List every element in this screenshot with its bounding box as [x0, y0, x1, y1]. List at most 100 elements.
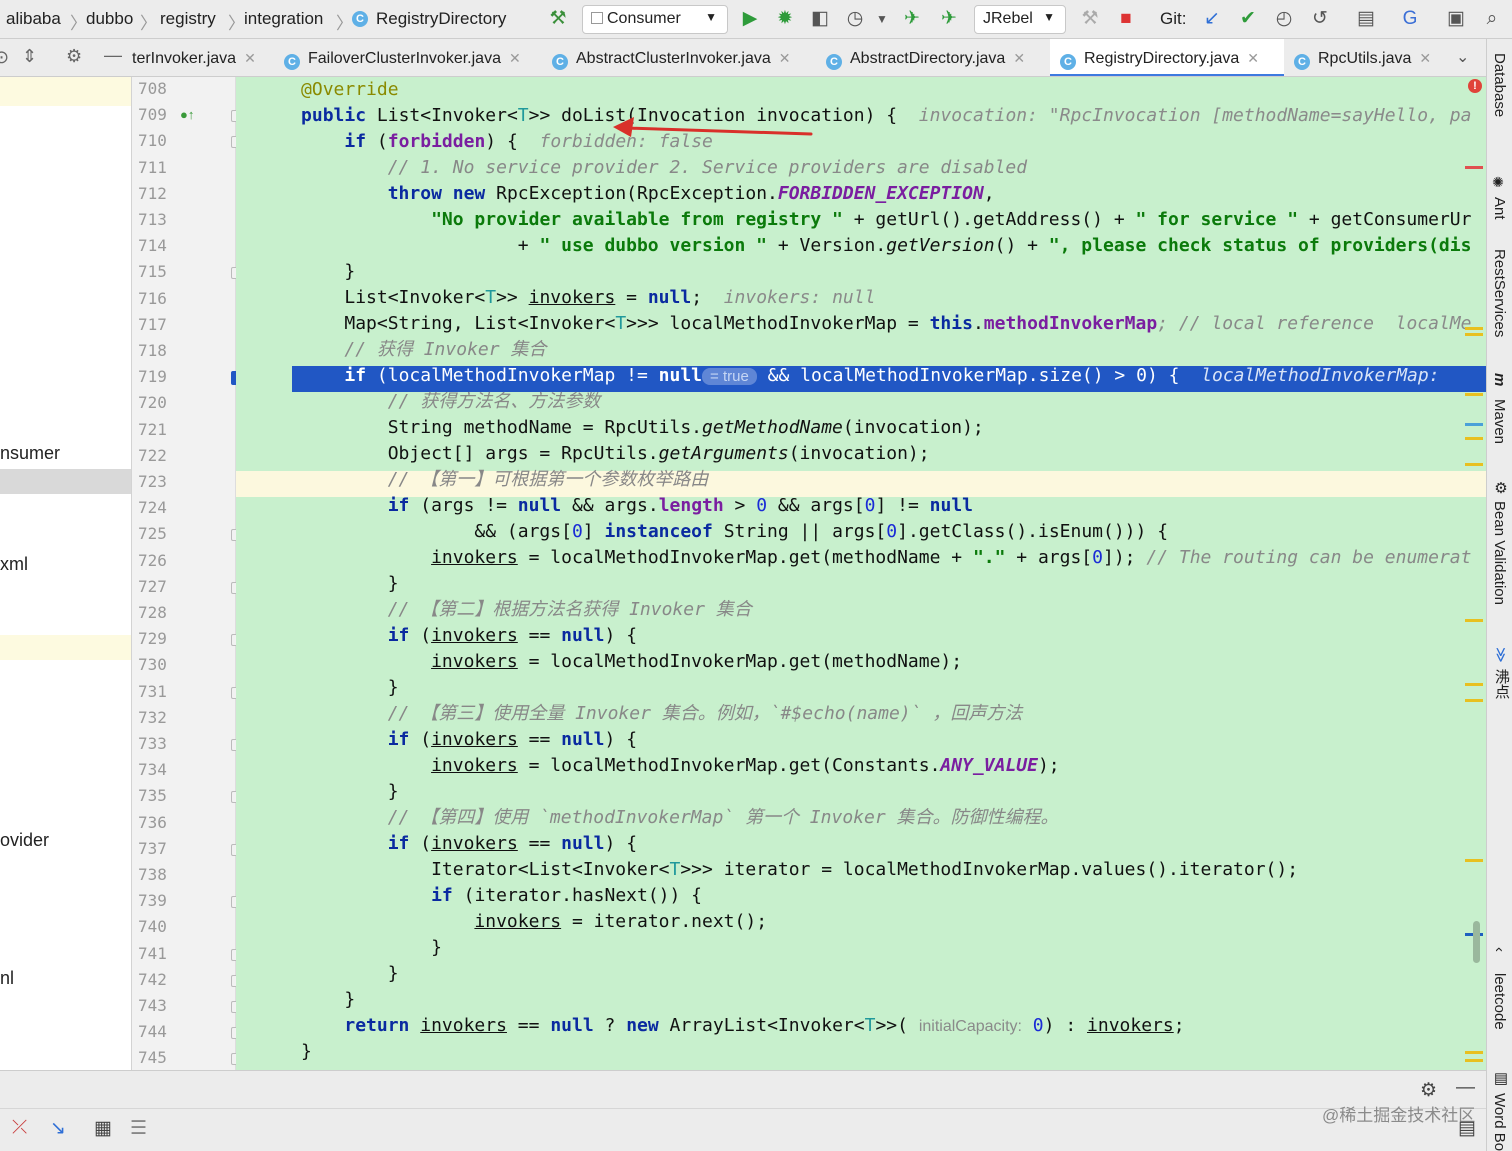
- close-icon[interactable]: ✕: [1419, 50, 1431, 66]
- target-icon[interactable]: ⊙: [0, 47, 9, 68]
- editor-scrollbar-thumb[interactable]: [1473, 921, 1480, 963]
- line-number[interactable]: 730: [138, 655, 178, 674]
- line-number[interactable]: 743: [138, 996, 178, 1015]
- tab-registrydirectory[interactable]: C RegistryDirectory.java ✕: [1050, 39, 1284, 76]
- warning-stripe-marker[interactable]: [1465, 1051, 1483, 1054]
- chevron-down-icon[interactable]: ▼: [870, 7, 894, 31]
- close-icon[interactable]: ✕: [1013, 50, 1025, 66]
- line-number[interactable]: 714: [138, 236, 178, 255]
- tree-item[interactable]: nsumer: [0, 443, 60, 464]
- tool-window-ant[interactable]: Ant: [1491, 197, 1508, 220]
- inline-eval-badge[interactable]: = true: [702, 368, 757, 385]
- run-config-select[interactable]: Consumer ▼: [582, 5, 728, 34]
- warning-stripe-marker[interactable]: [1465, 333, 1483, 336]
- warning-stripe-marker[interactable]: [1465, 859, 1483, 862]
- git-update-icon[interactable]: ↙: [1200, 7, 1224, 31]
- warning-stripe-marker[interactable]: [1465, 1059, 1483, 1062]
- run-icon[interactable]: ▶: [738, 7, 762, 31]
- tree-row-selected[interactable]: [0, 469, 131, 494]
- hammer-disabled-icon[interactable]: ⚒: [1078, 7, 1102, 31]
- presentation-icon[interactable]: ▣: [1444, 7, 1468, 31]
- coverage-icon[interactable]: ◧: [808, 7, 832, 31]
- line-number[interactable]: 729: [138, 629, 178, 648]
- tool-window-database[interactable]: Database: [1491, 53, 1508, 117]
- line-number[interactable]: 721: [138, 420, 178, 439]
- line-number[interactable]: 726: [138, 551, 178, 570]
- jrebel-select[interactable]: JRebel ▼: [974, 5, 1066, 34]
- line-number[interactable]: 716: [138, 289, 178, 308]
- warning-stripe-marker[interactable]: [1465, 437, 1483, 440]
- line-number[interactable]: 724: [138, 498, 178, 517]
- tab-rpcutils[interactable]: C RpcUtils.java ✕: [1294, 39, 1444, 76]
- restore-layout-icon[interactable]: ⤫: [12, 1117, 27, 1139]
- line-number[interactable]: 740: [138, 917, 178, 936]
- line-number[interactable]: 732: [138, 708, 178, 727]
- gear-icon[interactable]: ⚙: [66, 46, 82, 67]
- build-hammer-icon[interactable]: ⚒: [546, 7, 570, 31]
- warning-stripe-marker[interactable]: [1465, 393, 1483, 396]
- tab-failoverclusterinvoker[interactable]: C FailoverClusterInvoker.java ✕: [284, 39, 546, 76]
- info-stripe-marker[interactable]: [1465, 423, 1483, 426]
- line-number[interactable]: 742: [138, 970, 178, 989]
- line-number[interactable]: 718: [138, 341, 178, 360]
- code-editor[interactable]: @Override public List<Invoker<T>> doList…: [236, 77, 1486, 1070]
- tool-window-word-book[interactable]: Word Bo: [1491, 1093, 1508, 1151]
- warning-stripe-marker[interactable]: [1465, 619, 1483, 622]
- search-icon[interactable]: ⌕: [1480, 7, 1504, 31]
- minimize-icon[interactable]: —: [104, 45, 122, 66]
- line-number[interactable]: 712: [138, 184, 178, 203]
- breadcrumb-item[interactable]: integration: [244, 9, 323, 29]
- breadcrumb-item[interactable]: RegistryDirectory: [376, 9, 506, 29]
- line-number[interactable]: 741: [138, 944, 178, 963]
- jrebel-debug-icon[interactable]: ✈: [937, 7, 961, 31]
- line-number[interactable]: 735: [138, 786, 178, 805]
- line-number[interactable]: 709: [138, 105, 178, 124]
- tool-window-bean-validation[interactable]: Bean Validation: [1491, 501, 1508, 605]
- step-cursor-icon[interactable]: ↘: [50, 1117, 66, 1140]
- tree-item[interactable]: ovider: [0, 830, 49, 851]
- line-number[interactable]: 734: [138, 760, 178, 779]
- line-number[interactable]: 715: [138, 262, 178, 281]
- line-number[interactable]: 725: [138, 524, 178, 543]
- line-number[interactable]: 722: [138, 446, 178, 465]
- warning-stripe-marker[interactable]: [1465, 699, 1483, 702]
- jrebel-run-icon[interactable]: ✈: [900, 7, 924, 31]
- line-number[interactable]: 723: [138, 472, 178, 491]
- line-number[interactable]: 744: [138, 1022, 178, 1041]
- profile-icon[interactable]: ◷: [843, 7, 867, 31]
- debug-icon[interactable]: ✹: [773, 7, 797, 31]
- git-commit-icon[interactable]: ✔: [1236, 7, 1260, 31]
- collapse-all-icon[interactable]: ⇕: [22, 46, 37, 67]
- tab-terinvoker[interactable]: terInvoker.java ✕: [132, 39, 278, 76]
- line-number[interactable]: 719: [138, 367, 178, 386]
- history-icon[interactable]: ◴: [1272, 7, 1296, 31]
- line-number[interactable]: 727: [138, 577, 178, 596]
- line-number[interactable]: 708: [138, 79, 178, 98]
- line-number[interactable]: 713: [138, 210, 178, 229]
- line-number[interactable]: 731: [138, 682, 178, 701]
- line-number[interactable]: 736: [138, 813, 178, 832]
- tool-window-restservices[interactable]: RestServices: [1491, 249, 1508, 337]
- breadcrumb-item[interactable]: registry: [160, 9, 216, 29]
- event-log-icon[interactable]: ▤: [1458, 1117, 1476, 1140]
- error-indicator-icon[interactable]: !: [1468, 79, 1482, 93]
- close-icon[interactable]: ✕: [1247, 50, 1259, 66]
- line-number[interactable]: 745: [138, 1048, 178, 1067]
- close-icon[interactable]: ✕: [244, 50, 256, 66]
- line-number[interactable]: 720: [138, 393, 178, 412]
- warning-stripe-marker[interactable]: [1465, 463, 1483, 466]
- error-stripe-marker[interactable]: [1465, 166, 1483, 169]
- tool-window-maven[interactable]: Maven: [1491, 399, 1508, 444]
- table-icon[interactable]: ▦: [94, 1117, 112, 1140]
- tree-item[interactable]: xml: [0, 554, 28, 575]
- gear-icon[interactable]: ⚙: [1420, 1079, 1437, 1102]
- rollback-icon[interactable]: ↺: [1308, 7, 1332, 31]
- close-icon[interactable]: ✕: [779, 50, 791, 66]
- tab-abstractdirectory[interactable]: C AbstractDirectory.java ✕: [826, 39, 1044, 76]
- warning-stripe-marker[interactable]: [1465, 327, 1483, 330]
- project-structure-icon[interactable]: ▤: [1354, 7, 1378, 31]
- breadcrumb-item[interactable]: dubbo: [86, 9, 133, 29]
- line-number[interactable]: 710: [138, 131, 178, 150]
- line-number[interactable]: 737: [138, 839, 178, 858]
- overrides-method-icon[interactable]: ●↑: [180, 107, 194, 122]
